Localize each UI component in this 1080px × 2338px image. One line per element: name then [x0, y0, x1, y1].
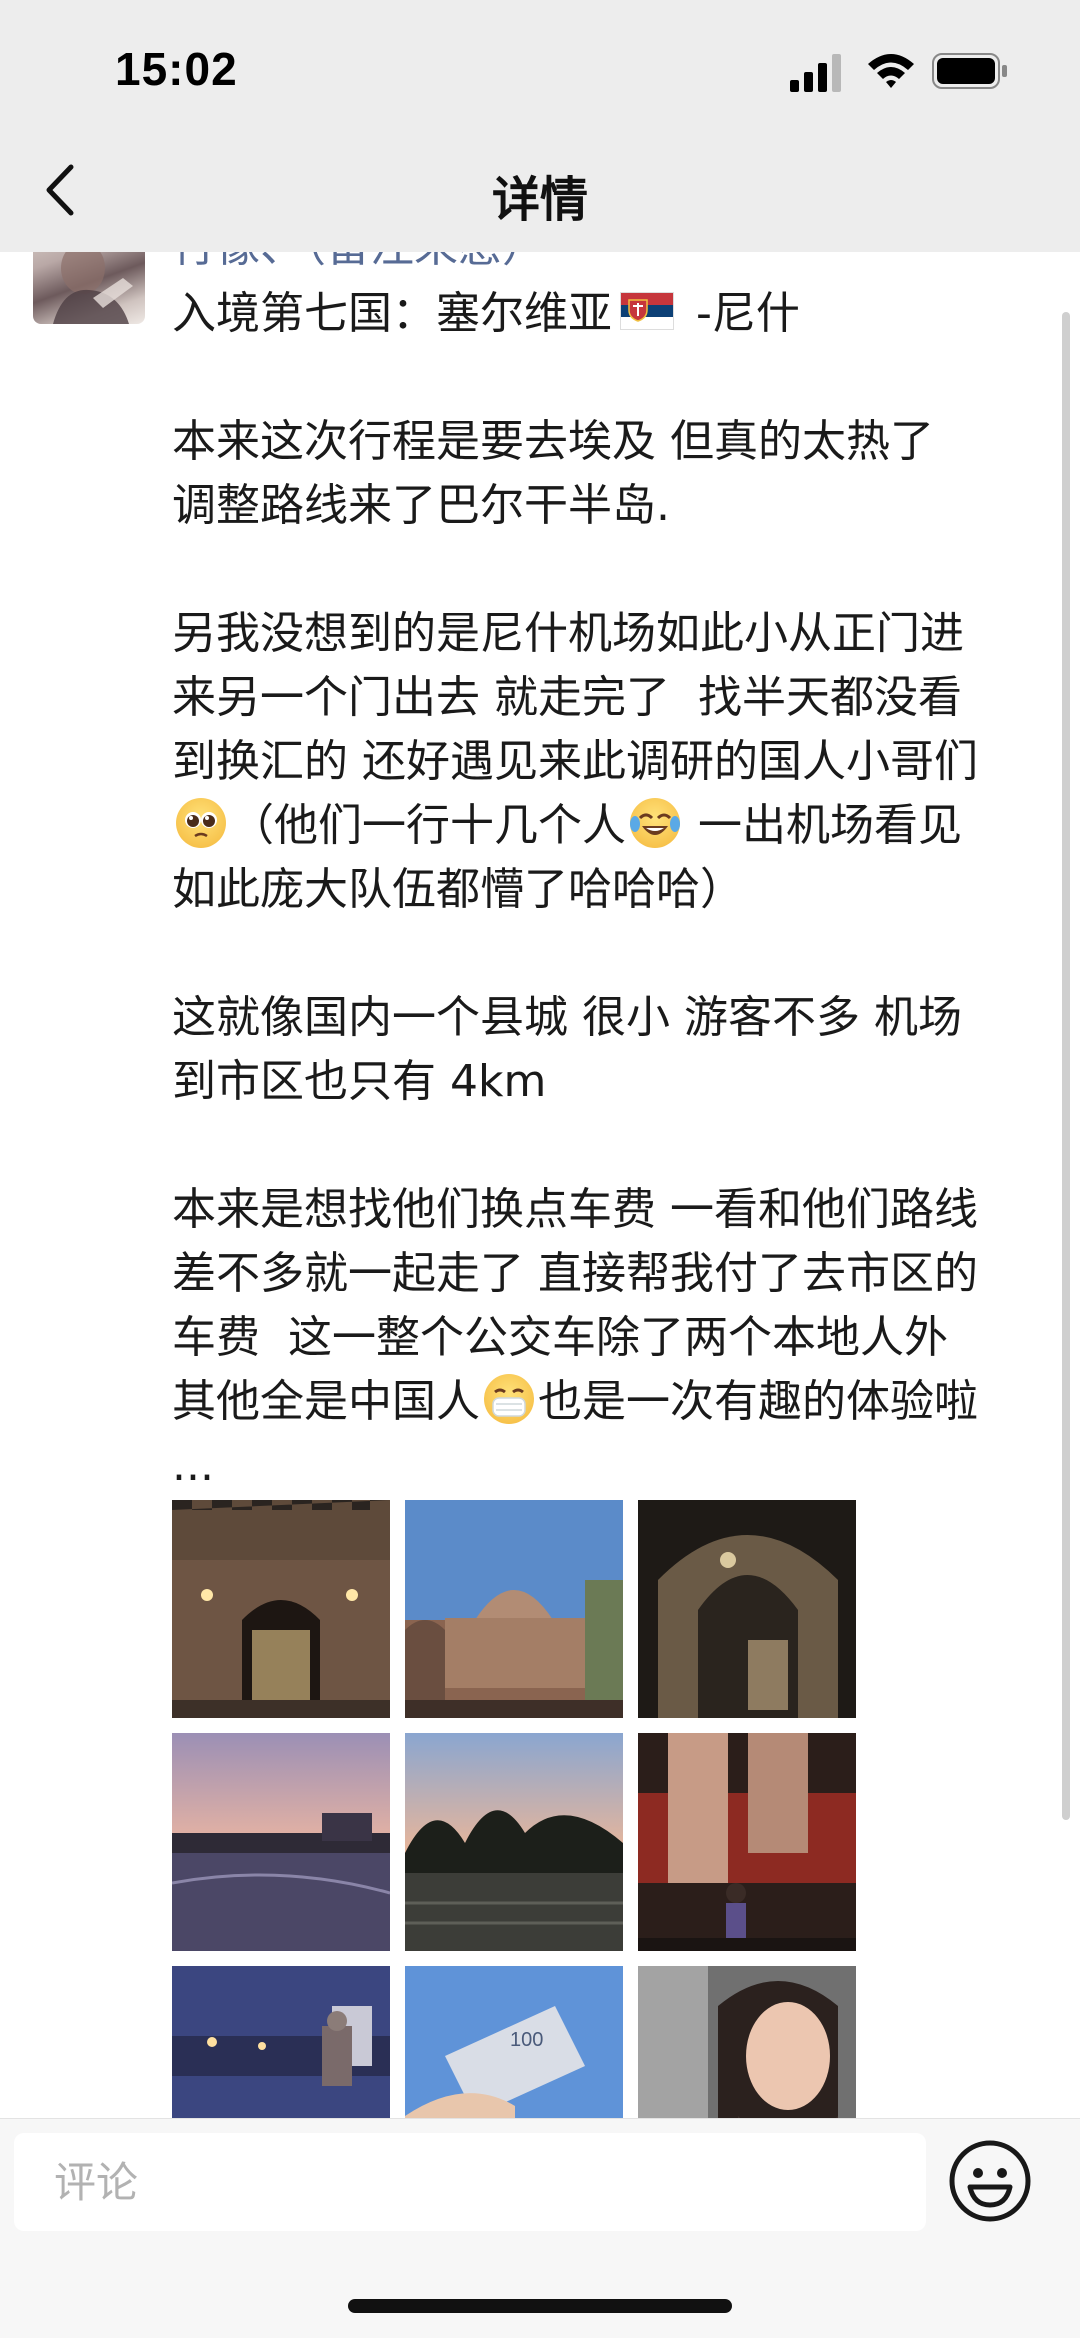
serbia-flag-icon	[620, 292, 674, 330]
domed-building-dusk-photo[interactable]	[405, 1500, 623, 1718]
post-paragraph-2: 本来这次行程是要去埃及 但真的太热了 调整路线来了巴尔干半岛.	[172, 416, 934, 531]
tears-of-joy-emoji	[630, 798, 680, 848]
emoji-face-icon[interactable]	[948, 2139, 1032, 2223]
post-paragraph-1: 入境第七国：塞尔维亚	[172, 288, 612, 339]
home-indicator	[348, 2299, 732, 2313]
medical-mask-emoji	[484, 1374, 534, 1424]
stone-arch-night-photo[interactable]	[638, 1500, 856, 1718]
statue-person-photo[interactable]	[638, 1733, 856, 1951]
park-steps-dusk-photo[interactable]	[405, 1733, 623, 1951]
fortress-gate-night-photo[interactable]	[172, 1500, 390, 1718]
wifi-icon	[868, 54, 914, 88]
svg-text:100: 100	[510, 2029, 543, 2051]
comment-input[interactable]	[14, 2133, 926, 2231]
post-paragraph-3: 另我没想到的是尼什机场如此小从正门进 来另一个门出去 就走完了 找半天都没看 到…	[172, 608, 978, 787]
river-sunset-photo[interactable]	[172, 1733, 390, 1951]
top-bar: 15:02 详情	[0, 0, 1080, 252]
post-paragraph-3-b: （他们一行十几个人	[230, 800, 626, 851]
pleading-face-emoji	[176, 798, 226, 848]
status-time: 15:02	[115, 43, 238, 95]
post-paragraph-4: 这就像国内一个县城 很小 游客不多 机场 到市区也只有 4km	[172, 992, 962, 1107]
comment-bar	[0, 2118, 1080, 2338]
post-paragraph-1-suffix: -尼什	[682, 288, 800, 339]
page-title: 详情	[491, 172, 588, 228]
post-body: 入境第七国：塞尔维亚 -尼什 本来这次行程是要去埃及 但真的太热了 调整路线来了…	[172, 282, 1052, 1498]
cellular-signal-icon	[790, 54, 841, 92]
battery-icon	[932, 53, 1007, 89]
scrollbar[interactable]	[1062, 312, 1070, 1820]
